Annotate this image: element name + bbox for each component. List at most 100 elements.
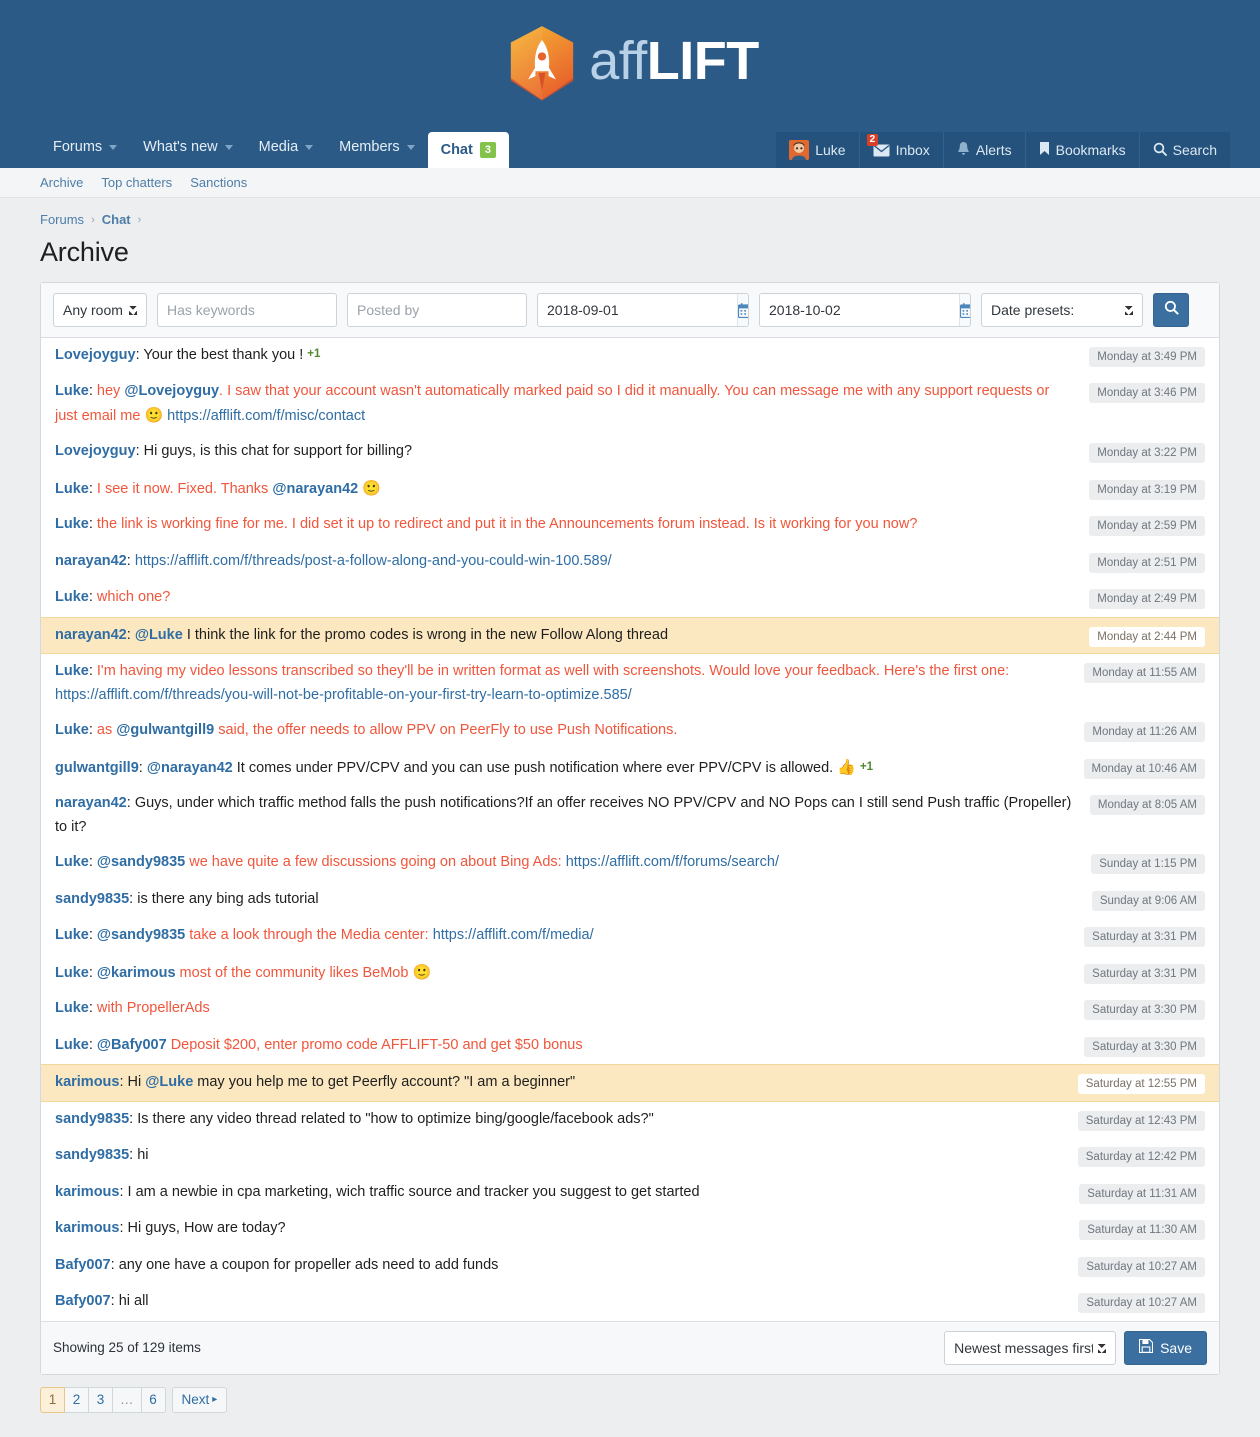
message-timestamp[interactable]: Saturday at 10:27 AM [1078,1291,1205,1314]
message-author[interactable]: narayan42 [55,795,127,811]
message-timestamp[interactable]: Saturday at 12:42 PM [1077,1145,1205,1168]
message-mention[interactable]: @sandy9835 [97,927,185,943]
nav-item-chat[interactable]: Chat 3 [427,132,509,168]
message-timestamp[interactable]: Monday at 3:46 PM [1089,381,1205,404]
bookmarks-button[interactable]: Bookmarks [1024,132,1139,168]
pagination-page-2[interactable]: 2 [64,1386,89,1413]
message-timestamp[interactable]: Monday at 3:19 PM [1089,478,1205,501]
message-timestamp[interactable]: Saturday at 12:43 PM [1077,1109,1205,1132]
message-author[interactable]: sandy9835 [55,891,129,907]
date-presets-select[interactable]: Date presets: [981,293,1143,327]
message-author[interactable]: Luke [55,383,89,399]
archive-panel: Any room Has keywords Posted by 2018-09-… [40,282,1220,1375]
message-timestamp[interactable]: Monday at 8:05 AM [1089,793,1205,816]
message-author[interactable]: Lovejoyguy [55,443,136,459]
message-timestamp[interactable]: Saturday at 11:31 AM [1079,1182,1205,1205]
message-timestamp[interactable]: Monday at 2:49 PM [1089,587,1205,610]
message-timestamp[interactable]: Monday at 2:44 PM [1089,625,1205,648]
message-timestamp[interactable]: Monday at 2:59 PM [1089,514,1205,537]
inbox-button[interactable]: 2 Inbox [858,132,943,168]
calendar-icon[interactable] [959,294,970,326]
message-timestamp[interactable]: Monday at 3:49 PM [1089,345,1205,368]
message-author[interactable]: Bafy007 [55,1293,111,1309]
nav-item-forums[interactable]: Forums [40,126,130,168]
message-author[interactable]: Luke [55,516,89,532]
message-link[interactable]: https://afflift.com/f/threads/post-a-fol… [135,553,612,569]
message-author[interactable]: karimous [55,1220,119,1236]
message-author[interactable]: Luke [55,481,89,497]
message-timestamp[interactable]: Saturday at 12:55 PM [1077,1072,1205,1095]
date-from-field[interactable] [537,293,749,327]
message-author[interactable]: Luke [55,589,89,605]
message-mention[interactable]: @Luke [135,627,183,643]
message-timestamp[interactable]: Sunday at 9:06 AM [1091,889,1205,912]
message-mention[interactable]: @karimous [97,965,176,981]
message-timestamp[interactable]: Monday at 3:22 PM [1089,441,1205,464]
date-to-field[interactable] [759,293,971,327]
sort-order-select[interactable]: Newest messages first [944,1330,1117,1365]
calendar-icon[interactable] [737,294,748,326]
message-mention[interactable]: @sandy9835 [97,854,185,870]
message-mention[interactable]: @gulwantgill9 [116,722,214,738]
nav-item-members[interactable]: Members [326,126,427,168]
message-author[interactable]: sandy9835 [55,1111,129,1127]
nav-item-media[interactable]: Media [246,126,327,168]
nav-item-whats-new[interactable]: What's new [130,126,246,168]
message-timestamp[interactable]: Saturday at 10:27 AM [1078,1255,1205,1278]
message-author[interactable]: Luke [55,663,89,679]
breadcrumb-item-forums[interactable]: Forums [40,212,84,227]
message-author[interactable]: sandy9835 [55,1147,129,1163]
subnav-item-archive[interactable]: Archive [40,175,83,190]
message-mention[interactable]: @Bafy007 [97,1037,167,1053]
filter-search-button[interactable] [1153,293,1189,327]
message-link[interactable]: https://afflift.com/f/threads/you-will-n… [55,687,632,703]
message-timestamp[interactable]: Monday at 11:55 AM [1084,661,1205,684]
posted-by-input[interactable] [347,293,527,327]
message-mention[interactable]: @Luke [145,1074,193,1090]
pagination-page-6[interactable]: 6 [140,1386,166,1413]
message-timestamp[interactable]: Saturday at 11:30 AM [1079,1218,1205,1241]
subnav-item-top-chatters[interactable]: Top chatters [101,175,172,190]
message-timestamp[interactable]: Monday at 2:51 PM [1089,551,1205,574]
message-link[interactable]: https://afflift.com/f/media/ [433,927,594,943]
message-timestamp[interactable]: Saturday at 3:31 PM [1084,925,1205,948]
message-author[interactable]: gulwantgill9 [55,760,139,776]
message-author[interactable]: Luke [55,722,89,738]
message-author[interactable]: Luke [55,854,89,870]
date-from-input[interactable] [538,294,737,326]
message-link[interactable]: https://afflift.com/f/forums/search/ [566,854,779,870]
pagination-page-3[interactable]: 3 [88,1386,113,1413]
message-timestamp[interactable]: Saturday at 3:30 PM [1084,998,1205,1021]
message-timestamp[interactable]: Monday at 10:46 AM [1083,757,1205,780]
message-author[interactable]: Bafy007 [55,1257,111,1273]
subnav-item-sanctions[interactable]: Sanctions [190,175,247,190]
message-author[interactable]: Luke [55,965,89,981]
message-timestamp[interactable]: Saturday at 3:31 PM [1084,962,1205,985]
alerts-button[interactable]: Alerts [942,132,1025,168]
message-mention[interactable]: @narayan42 [147,760,233,776]
message-author[interactable]: karimous [55,1074,119,1090]
message-mention[interactable]: @Lovejoyguy [124,383,219,399]
breadcrumb-item-chat[interactable]: Chat [102,212,131,227]
message-author[interactable]: Luke [55,1000,89,1016]
message-author[interactable]: Lovejoyguy [55,347,136,363]
search-button[interactable]: Search [1138,132,1230,168]
pagination-page-1[interactable]: 1 [40,1386,65,1413]
message-timestamp[interactable]: Saturday at 3:30 PM [1084,1035,1205,1058]
pagination-next-button[interactable]: Next ▸ [171,1386,228,1413]
message-timestamp[interactable]: Sunday at 1:15 PM [1091,852,1205,875]
message-mention[interactable]: @narayan42 [272,481,358,497]
message-link[interactable]: https://afflift.com/f/misc/contact [167,408,365,424]
date-to-input[interactable] [760,294,959,326]
save-button[interactable]: Save [1124,1330,1207,1365]
message-timestamp[interactable]: Monday at 11:26 AM [1084,720,1205,743]
message-author[interactable]: Luke [55,1037,89,1053]
account-menu-luke[interactable]: Luke [776,132,859,168]
message-author[interactable]: narayan42 [55,627,127,643]
message-author[interactable]: Luke [55,927,89,943]
room-select[interactable]: Any room [53,293,147,327]
message-author[interactable]: karimous [55,1184,119,1200]
message-author[interactable]: narayan42 [55,553,127,569]
site-logo[interactable]: affLIFT [501,22,759,104]
keywords-input[interactable] [157,293,337,327]
